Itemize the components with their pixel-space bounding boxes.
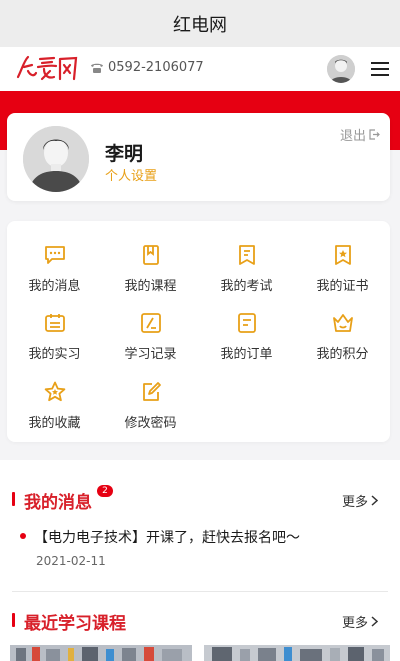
- site-header: 0592-2106077: [0, 47, 400, 91]
- logout-button[interactable]: 退出: [340, 125, 380, 144]
- menu-item-internship[interactable]: 我的实习: [7, 311, 102, 371]
- course-image: [10, 645, 192, 661]
- phone-icon: [91, 63, 103, 73]
- logout-label: 退出: [339, 129, 366, 144]
- more-label: 更多: [341, 495, 368, 510]
- internship-icon: [44, 314, 65, 332]
- menu-item-label: 我的考试: [220, 279, 273, 294]
- logout-icon: [369, 129, 380, 140]
- header-avatar[interactable]: [327, 55, 355, 83]
- avatar-icon: [327, 55, 355, 83]
- message-icon: [44, 246, 65, 264]
- section-marker: [12, 613, 15, 627]
- menu-item-label: 我的证书: [316, 279, 369, 294]
- messages-section-title: 我的消息: [24, 493, 92, 513]
- courses-section-title: 最近学习课程: [24, 614, 126, 634]
- more-label: 更多: [341, 616, 368, 631]
- menu-item-label: 学习记录: [124, 347, 177, 362]
- menu-item-points[interactable]: 我的积分: [295, 311, 390, 371]
- contact-phone[interactable]: 0592-2106077: [90, 60, 204, 75]
- edit-password-icon: [142, 382, 161, 401]
- function-grid: 我的消息 我的课程 我的考试 我的证书 我的实习 学习记录 我的订单 我的积分 …: [7, 221, 390, 442]
- course-image: [204, 645, 390, 661]
- menu-item-orders[interactable]: 我的订单: [199, 311, 294, 371]
- message-date: 2021-02-11: [36, 554, 106, 568]
- section-marker: [12, 492, 15, 506]
- app-titlebar: 红电网: [0, 0, 400, 47]
- exam-icon: [238, 245, 255, 265]
- menu-item-certificates[interactable]: 我的证书: [295, 243, 390, 303]
- menu-item-label: 我的消息: [28, 279, 81, 294]
- course-thumbnail[interactable]: [204, 645, 390, 661]
- courses-section-header: 最近学习课程 更多: [0, 609, 400, 634]
- section-divider: [12, 591, 388, 592]
- bullet-dot: [20, 533, 26, 539]
- points-icon: [332, 314, 353, 332]
- course-icon: [142, 245, 159, 265]
- menu-item-label: 我的收藏: [28, 416, 81, 431]
- brand-logo[interactable]: [14, 53, 82, 83]
- courses-more-link[interactable]: 更多: [342, 612, 378, 631]
- menu-item-label: 修改密码: [124, 416, 177, 431]
- profile-card: 李明 个人设置 退出: [7, 113, 390, 201]
- user-name: 李明: [105, 143, 144, 165]
- menu-item-label: 我的订单: [220, 347, 273, 362]
- menu-item-change-password[interactable]: 修改密码: [103, 380, 198, 440]
- menu-item-messages[interactable]: 我的消息: [7, 243, 102, 303]
- avatar-icon: [23, 126, 89, 192]
- phone-number: 0592-2106077: [108, 60, 204, 75]
- menu-icon[interactable]: [371, 62, 389, 78]
- menu-item-label: 我的课程: [124, 279, 177, 294]
- messages-more-link[interactable]: 更多: [342, 491, 378, 510]
- menu-item-label: 我的实习: [28, 347, 81, 362]
- app-title: 红电网: [173, 14, 227, 36]
- study-record-icon: [140, 313, 161, 333]
- message-title: 【电力电子技术】开课了，赶快去报名吧～: [34, 530, 300, 546]
- user-avatar[interactable]: [23, 126, 89, 192]
- favorite-icon: [44, 381, 65, 402]
- menu-item-exams[interactable]: 我的考试: [199, 243, 294, 303]
- unread-badge: 2: [97, 485, 113, 497]
- menu-item-study-records[interactable]: 学习记录: [103, 311, 198, 371]
- chevron-right-icon: [371, 495, 378, 506]
- certificate-icon: [334, 245, 351, 265]
- menu-item-courses[interactable]: 我的课程: [103, 243, 198, 303]
- course-thumbnail[interactable]: [10, 645, 192, 661]
- chevron-right-icon: [371, 616, 378, 627]
- profile-settings-link[interactable]: 个人设置: [105, 165, 157, 184]
- order-icon: [237, 313, 256, 333]
- messages-section-header: 我的消息 2 更多: [0, 485, 400, 513]
- menu-item-label: 我的积分: [316, 347, 369, 362]
- menu-item-favorites[interactable]: 我的收藏: [7, 380, 102, 440]
